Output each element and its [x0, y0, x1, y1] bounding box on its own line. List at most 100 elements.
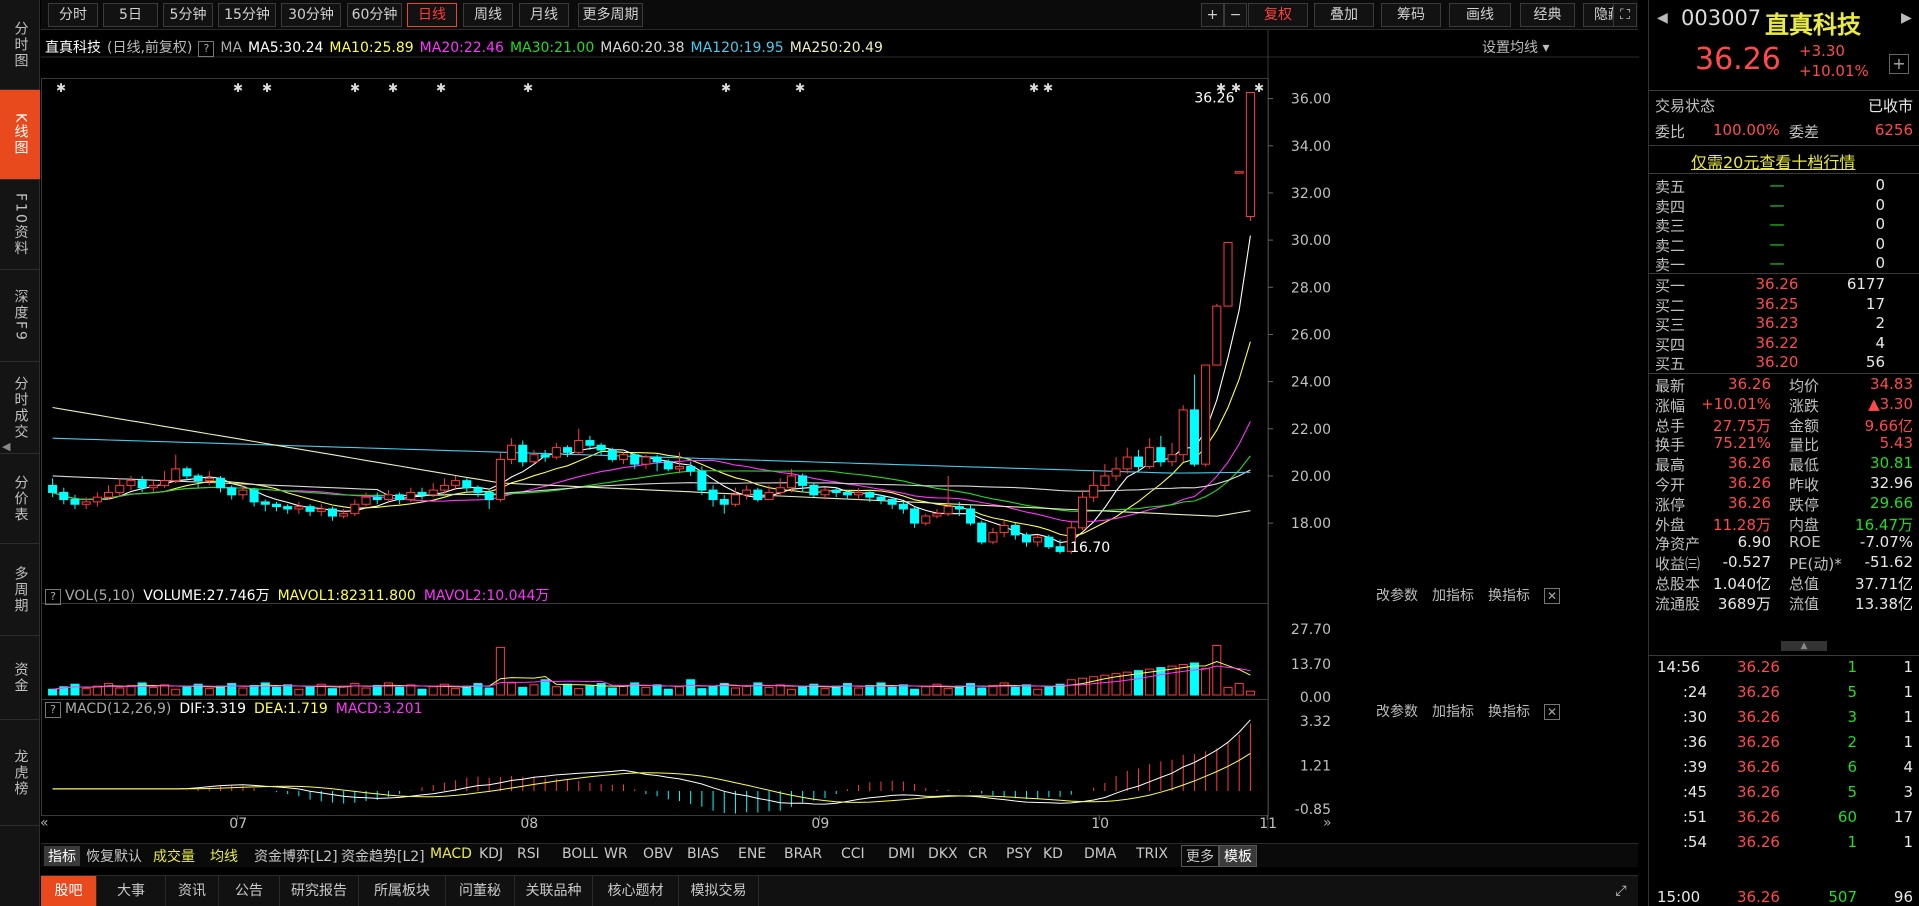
nav-item-3[interactable]: 深度F9 [0, 270, 40, 362]
event-marker-icon[interactable]: ✱ [523, 81, 533, 95]
swap-indicator-button[interactable]: 换指标 [1488, 588, 1530, 604]
bottom-tab-1[interactable]: 大事 [97, 876, 166, 906]
period-tab-0[interactable]: 分时 [48, 3, 98, 27]
add-indicator-button[interactable]: 加指标 [1432, 704, 1474, 720]
nav-item-6[interactable]: 多周期 [0, 544, 40, 636]
toolbar-right-2[interactable]: 复权 [1248, 3, 1308, 27]
nav-item-7[interactable]: 资金 [0, 636, 40, 720]
indicator-tab-15[interactable]: CCI [841, 846, 865, 862]
bottom-tab-0[interactable]: 股吧 [41, 876, 97, 906]
indicator-tab-16[interactable]: DMI [888, 846, 915, 862]
event-marker-icon[interactable]: ✱ [1216, 81, 1226, 95]
collapse-left-icon[interactable]: ◀ [2, 440, 10, 453]
expand-icon[interactable]: ⤢ [1606, 876, 1636, 906]
level2-promo-link[interactable]: 仅需20元查看十档行情 [1691, 149, 1855, 173]
toolbar-right-3[interactable]: 叠加 [1314, 3, 1374, 27]
nav-item-5[interactable]: 分价表 [0, 454, 40, 544]
bottom-tab-3[interactable]: 公告 [219, 876, 280, 906]
period-tab-3[interactable]: 15分钟 [218, 3, 276, 27]
bottom-tab-9[interactable]: 模拟交易 [679, 876, 759, 906]
event-marker-icon[interactable]: ✱ [1231, 81, 1241, 95]
bottom-tab-5[interactable]: 所属板块 [359, 876, 446, 906]
indicator-tab-1[interactable]: 恢复默认 [86, 846, 142, 866]
indicator-tab-14[interactable]: BRAR [784, 846, 822, 862]
indicator-tab-13[interactable]: ENE [738, 846, 766, 862]
nav-item-2[interactable]: F10资料 [0, 180, 40, 270]
fullscreen-icon[interactable]: ⛶ [1613, 3, 1637, 27]
toolbar-right-0[interactable]: + [1201, 3, 1224, 27]
indicator-tab-5[interactable]: 资金趋势[L2] [341, 846, 425, 866]
bottom-tab-2[interactable]: 资讯 [166, 876, 219, 906]
book-label: 卖五 [1655, 178, 1686, 196]
next-stock-icon[interactable]: ▶ [1901, 10, 1912, 26]
period-tab-5[interactable]: 60分钟 [347, 3, 402, 27]
period-tab-7[interactable]: 周线 [463, 3, 513, 27]
event-marker-icon[interactable]: ✱ [1029, 81, 1039, 95]
scroll-right-icon[interactable]: » [1323, 815, 1332, 831]
indicator-tab-11[interactable]: OBV [643, 846, 673, 862]
indicator-tab-7[interactable]: KDJ [479, 846, 503, 862]
collapse-icon[interactable]: ▲ [1781, 641, 1827, 651]
nav-item-0[interactable]: 分时图 [0, 0, 40, 90]
event-marker-icon[interactable]: ✱ [350, 81, 360, 95]
candle-body [854, 491, 864, 496]
nav-item-8[interactable]: 龙虎榜 [0, 720, 40, 826]
bottom-tab-4[interactable]: 研究报告 [280, 876, 359, 906]
change-params-button[interactable]: 改参数 [1376, 704, 1418, 720]
event-marker-icon[interactable]: ✱ [1254, 81, 1264, 95]
indicator-tab-0[interactable]: 指标 [44, 846, 80, 866]
help-icon[interactable]: ? [45, 589, 61, 605]
indicator-tab-2[interactable]: 成交量 [153, 846, 195, 866]
candle-body [238, 489, 248, 496]
close-icon[interactable]: ✕ [1544, 588, 1560, 604]
add-indicator-button[interactable]: 加指标 [1432, 588, 1474, 604]
help-icon[interactable]: ? [198, 41, 215, 57]
toolbar-right-1[interactable]: − [1224, 3, 1247, 27]
indicator-tab-19[interactable]: PSY [1006, 846, 1032, 862]
period-tab-6[interactable]: 日线 [407, 3, 457, 27]
ma-settings-button[interactable]: 设置均线 ▾ [1482, 37, 1549, 57]
event-marker-icon[interactable]: ✱ [262, 81, 272, 95]
nav-item-1[interactable]: K线图 [0, 90, 40, 180]
prev-stock-icon[interactable]: ◀ [1657, 10, 1668, 26]
event-marker-icon[interactable]: ✱ [56, 81, 66, 95]
indicator-tab-23[interactable]: 更多 [1181, 845, 1219, 867]
indicator-tab-6[interactable]: MACD [430, 846, 472, 862]
toolbar-right-6[interactable]: 经典 [1520, 3, 1575, 27]
bottom-tab-7[interactable]: 关联品种 [515, 876, 593, 906]
add-watchlist-icon[interactable]: + [1889, 54, 1909, 74]
period-tab-1[interactable]: 5日 [103, 3, 158, 27]
indicator-tab-3[interactable]: 均线 [210, 846, 238, 866]
change-params-button[interactable]: 改参数 [1376, 588, 1418, 604]
indicator-tab-8[interactable]: RSI [517, 846, 540, 862]
indicator-tab-20[interactable]: KD [1043, 846, 1063, 862]
swap-indicator-button[interactable]: 换指标 [1488, 704, 1530, 720]
event-marker-icon[interactable]: ✱ [436, 81, 446, 95]
indicator-tab-4[interactable]: 资金博弈[L2] [254, 846, 338, 866]
indicator-tab-18[interactable]: CR [968, 846, 988, 862]
bottom-tab-8[interactable]: 核心题材 [593, 876, 679, 906]
indicator-tab-24[interactable]: 模板 [1219, 845, 1257, 867]
indicator-tab-21[interactable]: DMA [1084, 846, 1116, 862]
help-icon[interactable]: ? [45, 702, 61, 718]
indicator-tab-22[interactable]: TRIX [1136, 846, 1168, 862]
scroll-left-icon[interactable]: « [40, 815, 49, 831]
period-tab-2[interactable]: 5分钟 [163, 3, 213, 27]
candle-body [406, 491, 416, 501]
indicator-tab-12[interactable]: BIAS [687, 846, 719, 862]
event-marker-icon[interactable]: ✱ [233, 81, 243, 95]
indicator-tab-10[interactable]: WR [604, 846, 628, 862]
toolbar-right-5[interactable]: 画线 [1449, 3, 1511, 27]
event-marker-icon[interactable]: ✱ [1043, 81, 1053, 95]
bottom-tab-6[interactable]: 问董秘 [446, 876, 515, 906]
period-tab-8[interactable]: 月线 [519, 3, 569, 27]
period-tab-4[interactable]: 30分钟 [281, 3, 341, 27]
event-marker-icon[interactable]: ✱ [388, 81, 398, 95]
close-icon[interactable]: ✕ [1544, 704, 1560, 720]
event-marker-icon[interactable]: ✱ [721, 81, 731, 95]
indicator-tab-9[interactable]: BOLL [562, 846, 598, 862]
event-marker-icon[interactable]: ✱ [795, 81, 805, 95]
toolbar-right-4[interactable]: 筹码 [1381, 3, 1441, 27]
indicator-tab-17[interactable]: DKX [928, 846, 958, 862]
period-tab-9[interactable]: 更多周期 [578, 3, 643, 27]
